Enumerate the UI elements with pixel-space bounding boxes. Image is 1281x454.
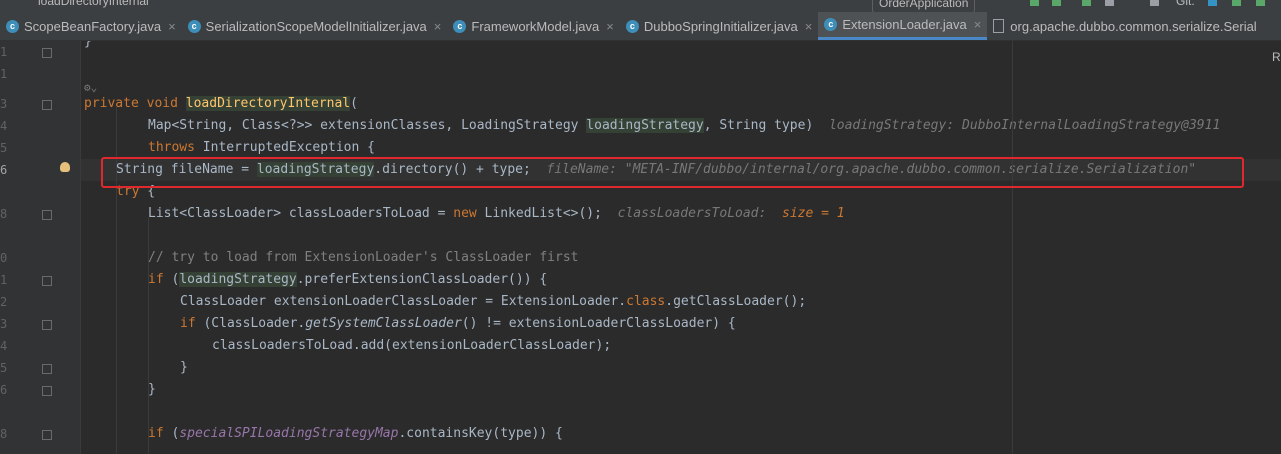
git-commit-icon[interactable] bbox=[1232, 0, 1241, 6]
line-number: 1 bbox=[0, 45, 8, 59]
fold-marker-icon[interactable] bbox=[42, 386, 52, 396]
tab-label: ScopeBeanFactory.java bbox=[24, 18, 162, 34]
fold-marker-icon[interactable] bbox=[42, 210, 52, 220]
class-icon: c bbox=[824, 18, 838, 31]
line-number: 1 bbox=[0, 273, 8, 287]
title-bar: loadDirectoryInternal OrderApplication G… bbox=[0, 0, 1281, 12]
inline-debug-size: size = 1 bbox=[782, 206, 845, 221]
lightbulb-icon[interactable] bbox=[60, 162, 70, 172]
inline-debug-value: classLoadersToLoad: bbox=[617, 206, 767, 221]
inline-debug-value: loadingStrategy: DubboInternalLoadingStr… bbox=[828, 118, 1221, 133]
close-icon[interactable]: × bbox=[805, 19, 813, 34]
class-icon: c bbox=[6, 19, 19, 33]
tab-serialization-scope-model-initializer[interactable]: c SerializationScopeModelInitializer.jav… bbox=[182, 12, 448, 40]
tab-label: DubboSpringInitializer.java bbox=[643, 18, 798, 34]
editor-tab-bar: c ScopeBeanFactory.java × c Serializatio… bbox=[0, 12, 1281, 41]
code-line: } bbox=[84, 41, 92, 49]
debug-icon[interactable] bbox=[1052, 0, 1061, 6]
close-icon[interactable]: × bbox=[606, 19, 614, 34]
line-number: 4 bbox=[0, 339, 8, 353]
class-icon: c bbox=[625, 19, 639, 33]
fold-marker-icon[interactable] bbox=[42, 430, 52, 440]
reader-mode-icon[interactable]: R bbox=[1272, 50, 1281, 64]
code-line: if (specialSPILoadingStrategyMap.contain… bbox=[148, 426, 563, 441]
fold-marker-icon[interactable] bbox=[42, 100, 52, 110]
line-number: 8 bbox=[0, 427, 8, 441]
line-number: 3 bbox=[0, 317, 8, 331]
profile-icon[interactable] bbox=[1105, 0, 1114, 6]
git-label: Git: bbox=[1176, 0, 1195, 8]
stop-icon[interactable] bbox=[1150, 0, 1159, 6]
line-number: 2 bbox=[0, 295, 8, 309]
line-number-gutter[interactable]: 1 1 3 4 5 6 8 0 1 2 3 4 5 6 8 bbox=[0, 41, 81, 454]
line-number: 8 bbox=[0, 207, 8, 221]
code-line: throws InterruptedException { bbox=[148, 140, 375, 155]
run-icon[interactable] bbox=[1030, 0, 1039, 6]
coverage-icon[interactable] bbox=[1082, 0, 1091, 6]
tab-label: ExtensionLoader.java bbox=[842, 17, 967, 32]
code-line: if (loadingStrategy.preferExtensionClass… bbox=[148, 272, 548, 287]
file-icon bbox=[993, 19, 1005, 33]
code-line: if (ClassLoader.getSystemClassLoader() !… bbox=[180, 316, 736, 331]
line-number: 3 bbox=[0, 97, 8, 111]
close-icon[interactable]: × bbox=[168, 19, 176, 34]
code-line: } bbox=[148, 382, 156, 397]
window-title: loadDirectoryInternal bbox=[38, 0, 149, 8]
code-comment: // try to load from ExtensionLoader's Cl… bbox=[148, 250, 579, 265]
class-icon: c bbox=[453, 19, 467, 33]
class-icon: c bbox=[187, 19, 201, 33]
tab-label: SerializationScopeModelInitializer.java bbox=[205, 18, 427, 34]
fold-marker-icon[interactable] bbox=[42, 48, 52, 58]
fold-marker-icon[interactable] bbox=[42, 364, 52, 374]
line-number: 0 bbox=[0, 251, 8, 265]
line-number: 5 bbox=[0, 361, 8, 375]
code-line: ClassLoader extensionLoaderClassLoader =… bbox=[180, 294, 807, 309]
line-number: 5 bbox=[0, 141, 8, 155]
fold-marker-icon[interactable] bbox=[42, 320, 52, 330]
run-configuration-select[interactable]: OrderApplication bbox=[872, 0, 976, 12]
code-line: classLoadersToLoad.add(extensionLoaderCl… bbox=[212, 338, 612, 353]
tab-scope-bean-factory[interactable]: c ScopeBeanFactory.java × bbox=[0, 12, 182, 40]
code-line: List<ClassLoader> classLoadersToLoad = n… bbox=[148, 206, 845, 221]
git-push-icon[interactable] bbox=[1256, 0, 1265, 6]
close-icon[interactable]: × bbox=[974, 17, 982, 32]
tab-label: org.apache.dubbo.common.serialize.Serial bbox=[1010, 18, 1257, 34]
line-number: 6 bbox=[0, 383, 8, 397]
code-line: private void loadDirectoryInternal( bbox=[84, 96, 358, 111]
tab-extension-loader[interactable]: c ExtensionLoader.java × bbox=[818, 12, 988, 40]
code-line: } bbox=[180, 360, 188, 375]
tab-label: FrameworkModel.java bbox=[471, 18, 600, 34]
line-number: 1 bbox=[0, 67, 8, 81]
code-line: Map<String, Class<?>> extensionClasses, … bbox=[148, 118, 1221, 133]
line-number: 4 bbox=[0, 119, 8, 133]
git-update-icon[interactable] bbox=[1208, 0, 1217, 6]
line-number: 6 bbox=[0, 163, 8, 177]
code-editor[interactable]: } ⚙⌄ private void loadDirectoryInternal(… bbox=[81, 41, 1281, 454]
right-margin-guide bbox=[1012, 41, 1013, 454]
tab-framework-model[interactable]: c FrameworkModel.java × bbox=[447, 12, 619, 40]
fold-marker-icon[interactable] bbox=[42, 276, 52, 286]
annotation-highlight-box bbox=[101, 157, 1244, 188]
tab-dubbo-spring-initializer[interactable]: c DubboSpringInitializer.java × bbox=[620, 12, 819, 40]
close-icon[interactable]: × bbox=[434, 19, 442, 34]
tab-serialization-file[interactable]: org.apache.dubbo.common.serialize.Serial bbox=[987, 12, 1262, 40]
